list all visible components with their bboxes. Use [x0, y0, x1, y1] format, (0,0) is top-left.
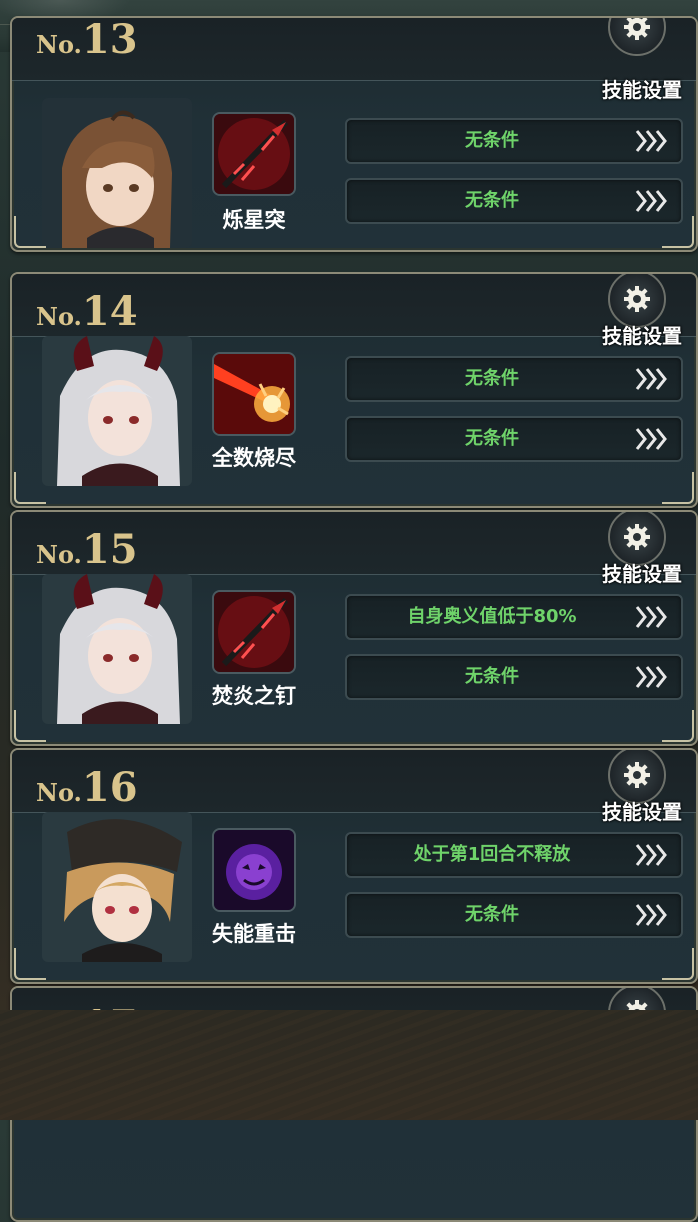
number-prefix: No. [36, 30, 82, 59]
frame-corner [662, 216, 694, 248]
number-value: 14 [81, 288, 138, 335]
skill-setting-button[interactable]: 技能设置 [602, 796, 682, 825]
red-spear-icon[interactable] [212, 590, 296, 674]
frame-corner [662, 948, 694, 980]
condition-slot-1[interactable]: 无条件 [345, 356, 683, 402]
character-portrait[interactable] [42, 98, 192, 248]
red-spear-icon[interactable] [212, 112, 296, 196]
triple-chevron-right-icon [633, 839, 671, 871]
condition-slot-1[interactable]: 无条件 [345, 118, 683, 164]
condition-slot-2[interactable]: 无条件 [345, 178, 683, 224]
frame-corner [14, 216, 46, 248]
condition-text: 无条件 [465, 368, 519, 389]
condition-text: 处于第1回合不释放 [413, 844, 571, 865]
number-prefix: No. [36, 302, 82, 331]
number-prefix: No. [36, 778, 82, 807]
skill-name: 全数烧尽 [212, 446, 296, 470]
number-value: 13 [81, 16, 138, 63]
triple-chevron-right-icon [633, 661, 671, 693]
frame-corner [662, 710, 694, 742]
skill-card-13: No.13 技能设置 烁星突 无条件 无条件 [10, 16, 698, 252]
red-beam-explosion-icon[interactable] [212, 352, 296, 436]
condition-text: 无条件 [465, 666, 519, 687]
condition-text: 无条件 [465, 904, 519, 925]
condition-slot-1[interactable]: 处于第1回合不释放 [345, 832, 683, 878]
card-number: No.13 [36, 16, 138, 63]
skill-card-16: No.16 技能设置 失能重击 处于第1回合不释放 无条件 [10, 748, 698, 984]
triple-chevron-right-icon [633, 601, 671, 633]
character-portrait[interactable] [42, 812, 192, 962]
condition-text: 自身奥义值低于80% [407, 606, 577, 627]
condition-slot-1[interactable]: 自身奥义值低于80% [345, 594, 683, 640]
skill-card-15: No.15 技能设置 焚炎之钉 自身奥义值低于80% 无条件 [10, 510, 698, 746]
character-portrait[interactable] [42, 574, 192, 724]
skill-name: 烁星突 [222, 208, 286, 232]
skill-setting-button[interactable]: 技能设置 [602, 74, 682, 103]
number-prefix: No. [36, 540, 82, 569]
triple-chevron-right-icon [633, 423, 671, 455]
number-value: 15 [81, 526, 138, 573]
number-value: 16 [81, 764, 138, 811]
skill-card-14: No.14 技能设置 全数烧尽 无条件 无条件 [10, 272, 698, 508]
condition-text: 无条件 [465, 130, 519, 151]
skill-setting-button[interactable]: 技能设置 [602, 320, 682, 349]
triple-chevron-right-icon [633, 363, 671, 395]
bottom-texture [0, 1010, 698, 1120]
character-portrait[interactable] [42, 336, 192, 486]
triple-chevron-right-icon [633, 125, 671, 157]
frame-corner [14, 472, 46, 504]
triple-chevron-right-icon [633, 899, 671, 931]
skill-name: 焚炎之钉 [212, 684, 296, 708]
condition-text: 无条件 [465, 190, 519, 211]
condition-text: 无条件 [465, 428, 519, 449]
card-number: No.15 [36, 526, 138, 573]
card-number: No.14 [36, 288, 138, 335]
skill-setting-button[interactable]: 技能设置 [602, 558, 682, 587]
condition-slot-2[interactable]: 无条件 [345, 892, 683, 938]
triple-chevron-right-icon [633, 185, 671, 217]
card-number: No.16 [36, 764, 138, 811]
frame-corner [14, 948, 46, 980]
purple-ghost-orb-icon[interactable] [212, 828, 296, 912]
condition-slot-2[interactable]: 无条件 [345, 654, 683, 700]
frame-corner [14, 710, 46, 742]
skill-name: 失能重击 [212, 922, 296, 946]
condition-slot-2[interactable]: 无条件 [345, 416, 683, 462]
frame-corner [662, 472, 694, 504]
